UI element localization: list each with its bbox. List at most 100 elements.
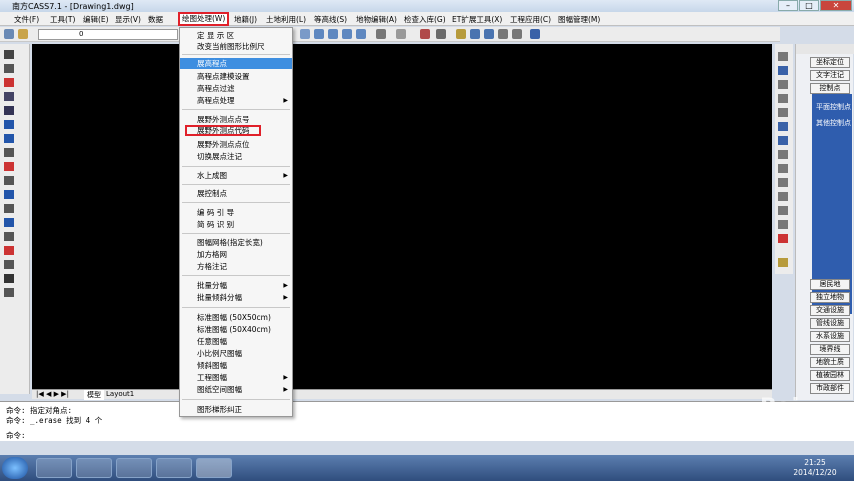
break-tool-icon[interactable] <box>778 206 788 215</box>
layer-icon[interactable] <box>4 29 14 39</box>
menu-land-use[interactable]: 土地利用(L) <box>266 14 306 25</box>
item-plane-control-point[interactable]: 平面控制点 <box>816 102 851 112</box>
tab-layout1[interactable]: Layout1 <box>106 390 134 398</box>
spline-icon[interactable] <box>4 176 14 185</box>
button-water[interactable]: 水系设施 <box>810 331 850 342</box>
menu-item-trapezoid-correction[interactable]: 图形梯形纠正 <box>180 404 292 415</box>
erase-icon[interactable] <box>778 52 788 61</box>
taskbar-cass-icon[interactable] <box>196 458 232 478</box>
point-icon[interactable] <box>4 190 14 199</box>
menu-item-arbitrary-sheet[interactable]: 任意图幅 <box>180 336 292 347</box>
menu-item-short-code-recognition[interactable]: 简 码 识 别 <box>180 219 292 230</box>
mirror-icon[interactable] <box>778 80 788 89</box>
menu-item-batch-oblique-split[interactable]: 批量倾斜分幅 ▶ <box>180 292 292 303</box>
scale-icon[interactable] <box>778 150 788 159</box>
menu-drawing[interactable]: 绘图处理(W) <box>178 12 230 26</box>
maximize-button[interactable]: □ <box>799 0 819 11</box>
menu-contour[interactable]: 等高线(S) <box>314 14 347 25</box>
command-line[interactable]: 命令: 指定对角点: 命令: _.erase 找到 4 个 命令: <box>0 401 854 441</box>
offset-icon[interactable] <box>778 94 788 103</box>
rectangle-icon[interactable] <box>4 106 14 115</box>
button-municipal[interactable]: 市政部件 <box>810 383 850 394</box>
menu-cadastre[interactable]: 地籍(J) <box>234 14 257 25</box>
undo-icon[interactable] <box>376 29 386 39</box>
menu-item-add-grid[interactable]: 加方格网 <box>180 249 292 260</box>
extend-tool-icon[interactable] <box>778 192 788 201</box>
layer-selector[interactable]: 0 <box>38 29 178 40</box>
region-icon[interactable] <box>4 204 14 213</box>
node-edit-icon[interactable] <box>484 29 494 39</box>
menu-file[interactable]: 文件(F) <box>14 14 39 25</box>
command-prompt[interactable]: 命令: <box>6 430 26 441</box>
button-terrain[interactable]: 地貌土质 <box>810 357 850 368</box>
ellipse-icon[interactable] <box>4 134 14 143</box>
menu-item-display-area[interactable]: 定 显 示 区 <box>180 30 292 41</box>
button-boundary[interactable]: 境界线 <box>810 344 850 355</box>
menu-item-elevation-processing[interactable]: 高程点处理 ▶ <box>180 95 292 106</box>
rotate-icon[interactable] <box>778 136 788 145</box>
multiline-icon[interactable] <box>4 260 14 269</box>
zoom-realtime-icon[interactable] <box>300 29 310 39</box>
match-properties-icon[interactable] <box>436 29 446 39</box>
zoom-out-icon[interactable] <box>356 29 366 39</box>
menu-edit[interactable]: 编辑(E) <box>83 14 109 25</box>
menu-tools[interactable]: 工具(T) <box>50 14 75 25</box>
move-icon[interactable] <box>470 29 480 39</box>
menu-check[interactable]: 检查入库(G) <box>404 14 446 25</box>
brush-icon[interactable] <box>778 258 788 267</box>
array-icon[interactable] <box>778 108 788 117</box>
arc-icon[interactable] <box>4 92 14 101</box>
menu-item-elevation-modeling[interactable]: 高程点建模设置 <box>180 71 292 82</box>
menu-view[interactable]: 显示(V) <box>115 14 141 25</box>
chamfer-icon[interactable] <box>778 220 788 229</box>
menu-data[interactable]: 数据 <box>148 14 163 25</box>
menu-item-show-point-codes[interactable]: 展野外测点代码 <box>185 125 261 136</box>
item-other-control-point[interactable]: 其他控制点 <box>816 118 851 128</box>
circle-icon[interactable] <box>4 120 14 129</box>
menu-item-standard-sheet-50x40[interactable]: 标准图幅 (50X40cm) <box>180 324 292 335</box>
button-text-annotation[interactable]: 文字注记 <box>810 70 850 81</box>
menu-item-water-mapping[interactable]: 水上成图 ▶ <box>180 170 292 181</box>
menu-feature-edit[interactable]: 地物编辑(A) <box>356 14 397 25</box>
menu-item-grid-annotation[interactable]: 方格注记 <box>180 261 292 272</box>
menu-item-sheet-grid[interactable]: 图幅网格(指定长宽) <box>180 237 292 248</box>
menu-sheet-management[interactable]: 图幅管理(M) <box>558 14 600 25</box>
drawing-canvas[interactable] <box>32 44 772 389</box>
polyline-icon[interactable] <box>4 64 14 73</box>
help-icon[interactable] <box>530 29 540 39</box>
button-transport[interactable]: 交通设施 <box>810 305 850 316</box>
tab-nav-arrows[interactable]: |◀ ◀ ▶ ▶| <box>36 390 69 398</box>
menu-engineering[interactable]: 工程应用(C) <box>510 14 551 25</box>
properties-icon[interactable] <box>420 29 430 39</box>
block-icon[interactable] <box>4 218 14 227</box>
extend-icon[interactable] <box>512 29 522 39</box>
button-independent-features[interactable]: 独立地物 <box>810 292 850 303</box>
menu-et-tools[interactable]: ET扩展工具(X) <box>452 14 502 25</box>
stretch-icon[interactable] <box>778 164 788 173</box>
menu-item-change-scale[interactable]: 改变当前图形比例尺 <box>180 41 292 52</box>
zoom-previous-icon[interactable] <box>328 29 338 39</box>
button-coordinate-locate[interactable]: 坐标定位 <box>810 57 850 68</box>
line-icon[interactable] <box>4 50 14 59</box>
menu-item-show-point-positions[interactable]: 展野外测点点位 <box>180 139 292 150</box>
tab-model[interactable]: 模型 <box>84 390 104 400</box>
table-icon[interactable] <box>4 232 14 241</box>
explode-icon[interactable] <box>778 234 788 243</box>
copy-icon[interactable] <box>778 66 788 75</box>
break-icon[interactable] <box>4 288 14 297</box>
taskbar-folder-icon[interactable] <box>76 458 112 478</box>
redraw-icon[interactable] <box>4 78 14 87</box>
zoom-window-icon[interactable] <box>314 29 324 39</box>
taskbar-media-icon[interactable] <box>116 458 152 478</box>
menu-item-batch-split[interactable]: 批量分幅 ▶ <box>180 280 292 291</box>
start-button[interactable] <box>2 457 28 479</box>
close-button[interactable]: ✕ <box>820 0 852 11</box>
menu-item-paper-space-sheet[interactable]: 图纸空间图幅 ▶ <box>180 384 292 395</box>
menu-item-show-point-numbers[interactable]: 展野外测点点号 <box>180 114 292 125</box>
menu-item-elevation-filter[interactable]: 高程点过滤 <box>180 83 292 94</box>
redo-icon[interactable] <box>396 29 406 39</box>
menu-item-engineering-sheet[interactable]: 工程图幅 ▶ <box>180 372 292 383</box>
menu-item-small-scale-sheet[interactable]: 小比例尺图幅 <box>180 348 292 359</box>
text-icon[interactable] <box>4 274 14 283</box>
minimize-button[interactable]: – <box>778 0 798 11</box>
